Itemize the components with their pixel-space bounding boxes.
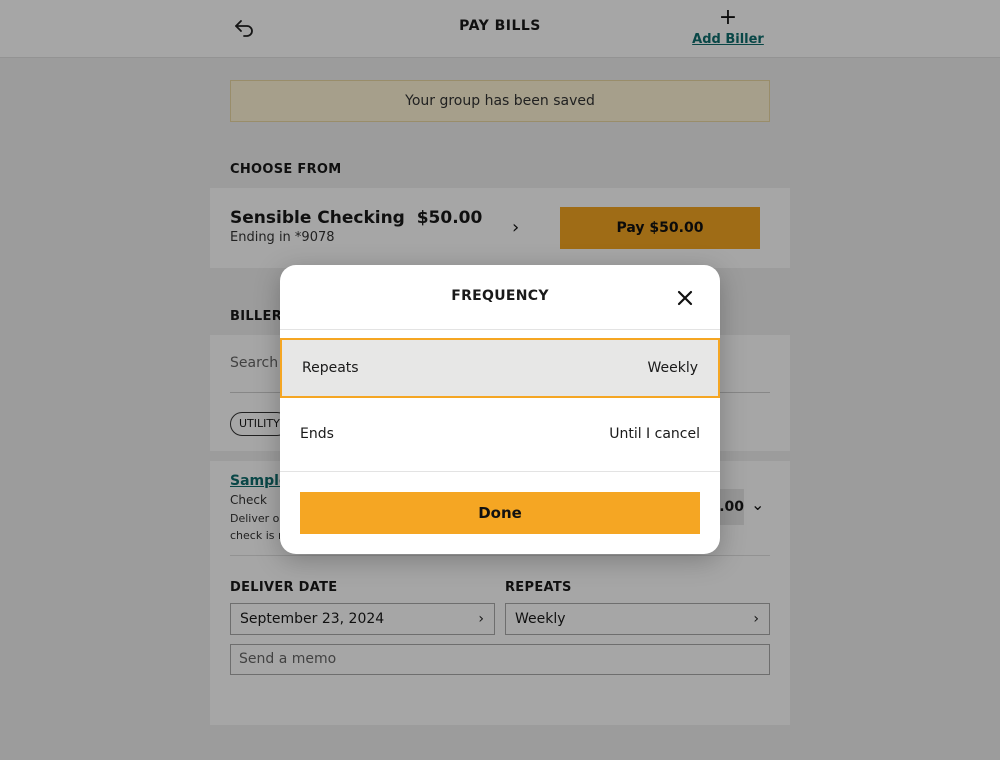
modal-divider (280, 471, 720, 472)
ends-option-row[interactable]: Ends Until I cancel (280, 401, 720, 471)
close-icon[interactable] (674, 287, 696, 309)
done-button[interactable]: Done (300, 492, 700, 534)
modal-divider (280, 329, 720, 330)
repeats-option-row[interactable]: Repeats Weekly (280, 338, 720, 398)
repeats-row-label: Repeats (302, 360, 359, 376)
modal-title: FREQUENCY (451, 288, 549, 304)
ends-row-value: Until I cancel (609, 426, 700, 442)
frequency-modal: FREQUENCY Repeats Weekly Ends Until I ca… (280, 265, 720, 554)
repeats-row-value: Weekly (647, 360, 698, 376)
ends-row-label: Ends (300, 426, 334, 442)
